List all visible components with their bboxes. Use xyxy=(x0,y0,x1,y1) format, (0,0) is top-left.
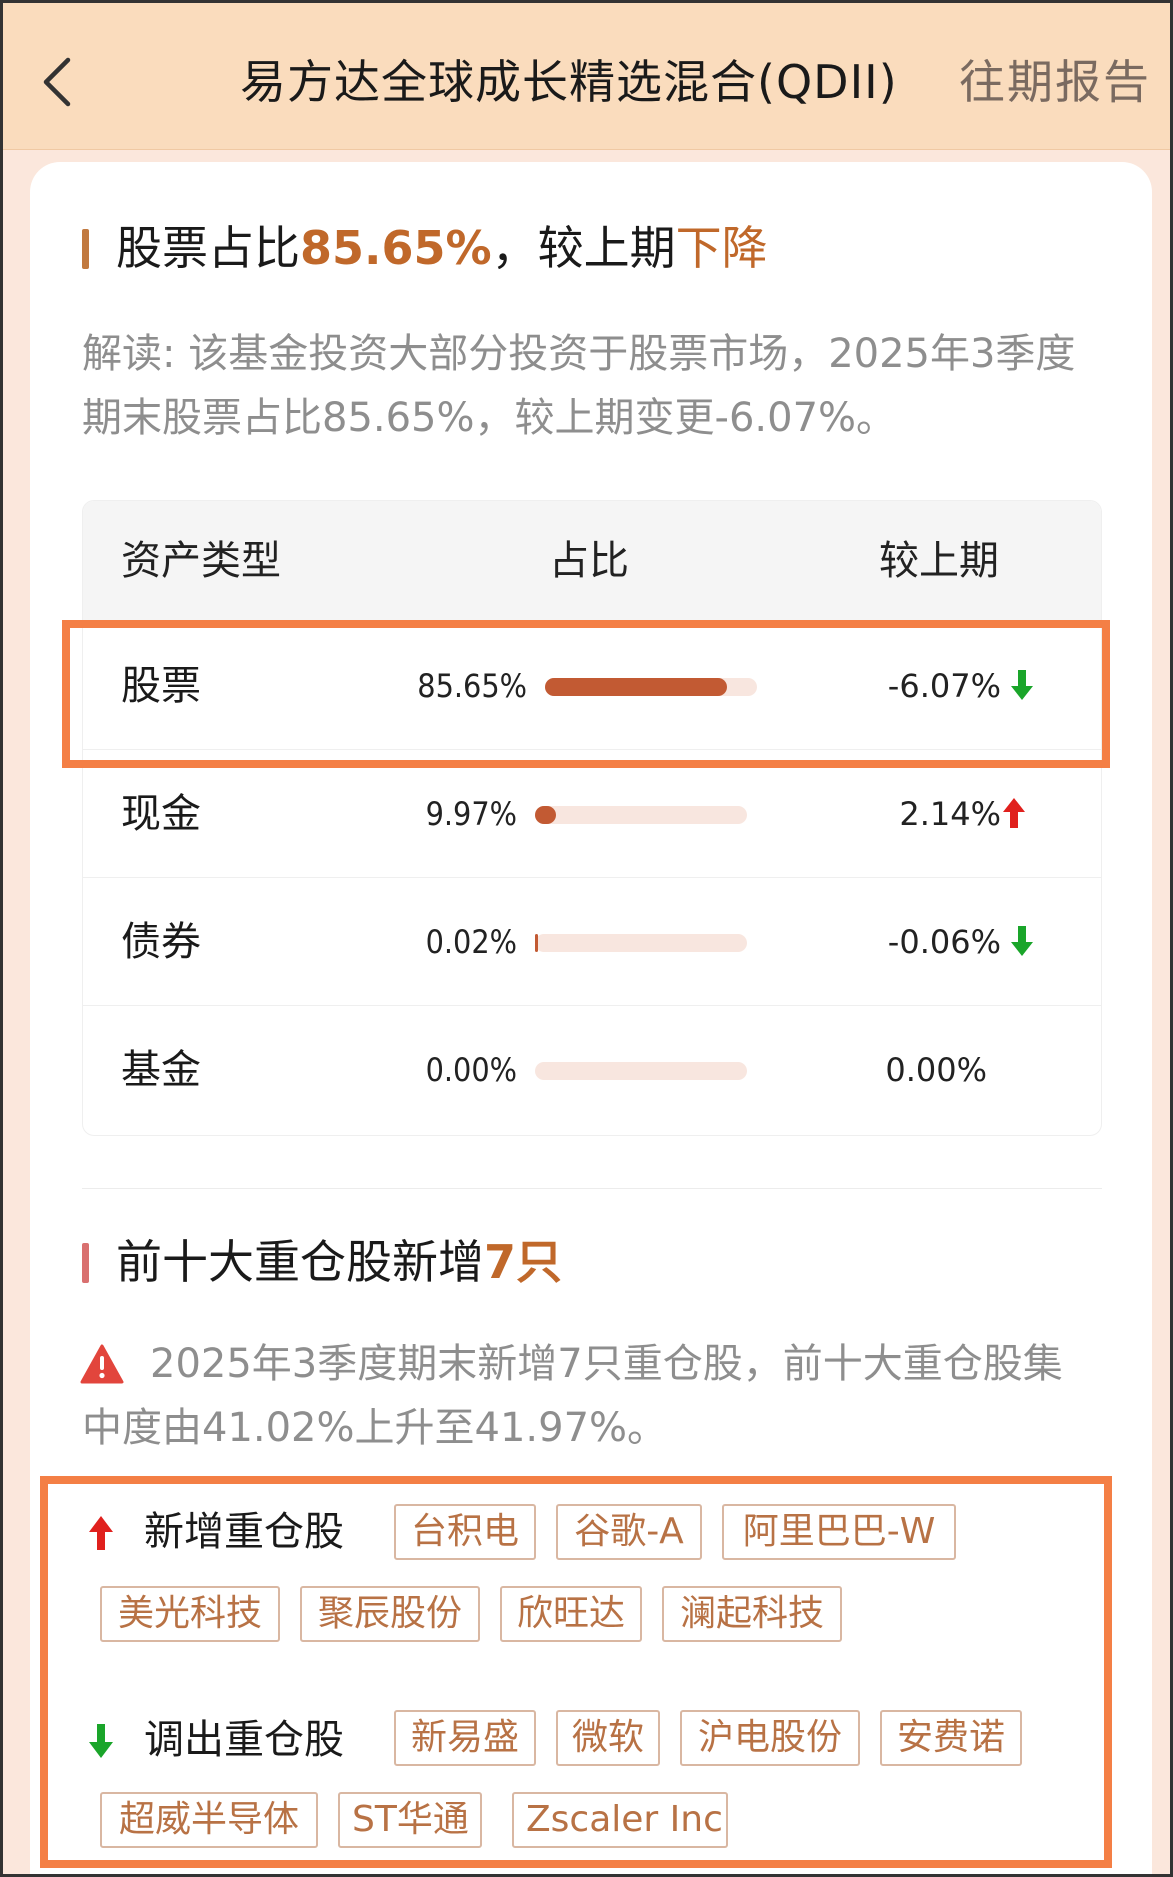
added-holding-tag[interactable]: 欣旺达 xyxy=(500,1586,642,1642)
ratio-bar-fill xyxy=(545,678,727,696)
asset-type-cell: 股票 xyxy=(121,663,201,709)
ratio-bar-track xyxy=(535,806,747,824)
change-cell: 0.00% xyxy=(885,1051,987,1089)
page-title: 易方达全球成长精选混合(QDII) xyxy=(240,55,898,109)
top10-description: 2025年3季度期末新增7只重仓股，前十大重仓股集中度由41.02%上升至41.… xyxy=(82,1341,1063,1451)
stock-ratio-description: 解读: 该基金投资大部分投资于股票市场，2025年3季度期末股票占比85.65%… xyxy=(82,331,1076,441)
ratio-bar-fill xyxy=(535,934,538,952)
asset-allocation-table: 资产类型 占比 较上期 股票 85.65% -6.07% 现金 9.97% 2.14% 债券… xyxy=(82,500,1102,1136)
added-holding-tag[interactable]: 阿里巴巴-W xyxy=(722,1504,956,1560)
section-divider xyxy=(82,1188,1102,1189)
ratio-bar-track xyxy=(545,678,757,696)
ratio-cell: 0.00% xyxy=(425,1051,517,1089)
change-cell: -0.06% xyxy=(887,923,1001,961)
added-count: 7只 xyxy=(484,1235,563,1289)
change-cell: -6.07% xyxy=(887,667,1001,705)
removed-holding-tag[interactable]: 微软 xyxy=(556,1710,660,1766)
ratio-cell: 85.65% xyxy=(417,667,527,705)
removed-holdings-label: 调出重仓股 xyxy=(144,1717,344,1763)
stock-ratio-value: 85.65% xyxy=(300,221,492,275)
down-arrow-icon xyxy=(89,1724,113,1758)
app-header: 易方达全球成长精选混合(QDII) 往期报告 xyxy=(0,0,1173,150)
added-holding-tag[interactable]: 台积电 xyxy=(394,1504,536,1560)
trend-down-icon xyxy=(1011,670,1033,700)
ratio-bar-fill xyxy=(535,806,556,824)
ratio-bar-track xyxy=(535,934,747,952)
table-row: 债券 0.02% -0.06% xyxy=(83,877,1101,1005)
header-change: 较上期 xyxy=(879,538,999,584)
back-arrow-icon[interactable] xyxy=(38,52,78,112)
trend-down-icon xyxy=(1011,926,1033,956)
added-holdings-label: 新增重仓股 xyxy=(144,1509,344,1555)
removed-holding-tag[interactable]: 新易盛 xyxy=(394,1710,536,1766)
table-row: 现金 9.97% 2.14% xyxy=(83,749,1101,877)
ratio-cell: 0.02% xyxy=(425,923,517,961)
title-mid: ，较上期 xyxy=(491,221,676,275)
added-holding-tag[interactable]: 美光科技 xyxy=(100,1586,280,1642)
table-row: 基金 0.00% 0.00% xyxy=(83,1005,1101,1133)
removed-holding-tag[interactable]: 安费诺 xyxy=(880,1710,1022,1766)
past-reports-link[interactable]: 往期报告 xyxy=(959,52,1151,112)
table-header: 资产类型 占比 较上期 xyxy=(83,501,1101,621)
header-ratio: 占比 xyxy=(549,538,629,584)
added-holding-tag[interactable]: 谷歌-A xyxy=(556,1504,702,1560)
ratio-bar-track xyxy=(535,1062,747,1080)
asset-type-cell: 基金 xyxy=(121,1047,201,1093)
top10-title: 前十大重仓股新增7只 xyxy=(82,1232,562,1292)
title-prefix: 股票占比 xyxy=(116,221,300,275)
removed-holding-tag[interactable]: ST华通 xyxy=(338,1792,482,1848)
table-row: 股票 85.65% -6.07% xyxy=(83,621,1101,749)
title-prefix: 前十大重仓股新增 xyxy=(116,1235,484,1289)
asset-type-cell: 现金 xyxy=(121,791,201,837)
change-cell: 2.14% xyxy=(899,795,1001,833)
ratio-cell: 9.97% xyxy=(425,795,517,833)
removed-holding-tag[interactable]: 超威半导体 xyxy=(100,1792,318,1848)
trend-text: 下降 xyxy=(675,221,768,275)
asset-type-cell: 债券 xyxy=(121,919,201,965)
removed-holding-tag[interactable]: Zscaler Inc xyxy=(512,1792,728,1848)
added-holding-tag[interactable]: 聚辰股份 xyxy=(300,1586,480,1642)
added-holding-tag[interactable]: 澜起科技 xyxy=(662,1586,842,1642)
stock-ratio-title: 股票占比85.65%，较上期下降 xyxy=(82,218,768,278)
trend-up-icon xyxy=(1003,798,1025,828)
up-arrow-icon xyxy=(89,1516,113,1550)
removed-holding-tag[interactable]: 沪电股份 xyxy=(680,1710,860,1766)
header-asset-type: 资产类型 xyxy=(121,538,281,584)
